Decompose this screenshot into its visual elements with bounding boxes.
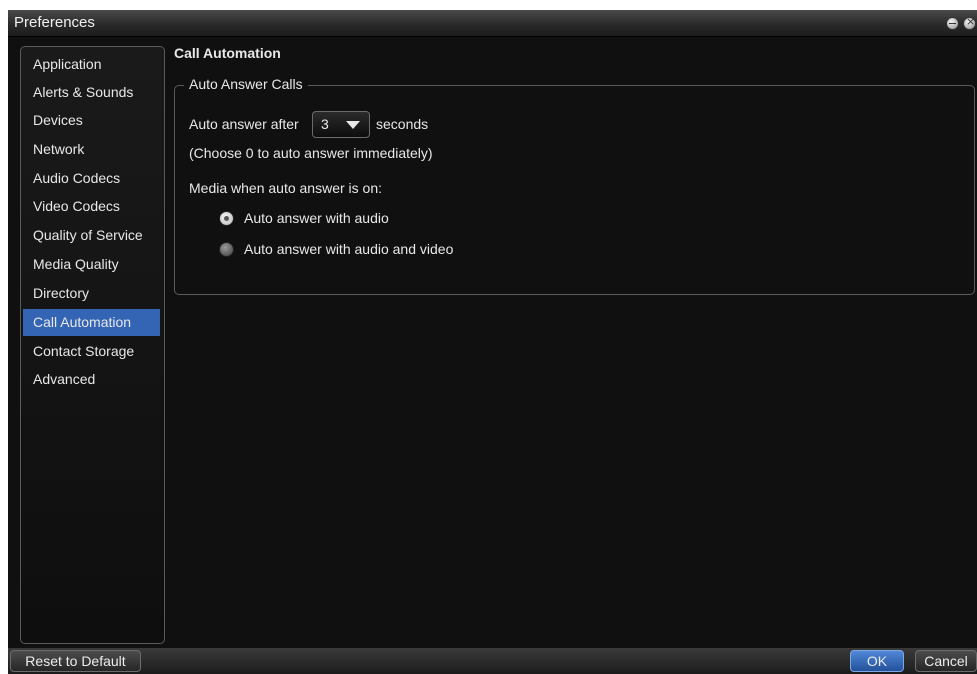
auto-answer-hint: (Choose 0 to auto answer immediately) <box>189 145 433 161</box>
sidebar-item-devices[interactable]: Devices <box>23 107 160 134</box>
title-bar: Preferences <box>8 10 977 37</box>
sidebar-item-directory[interactable]: Directory <box>23 280 160 307</box>
sidebar-item-call-automation[interactable]: Call Automation <box>23 309 160 336</box>
sidebar-item-advanced[interactable]: Advanced <box>23 366 160 393</box>
media-label: Media when auto answer is on: <box>189 180 382 196</box>
sidebar-item-media-quality[interactable]: Media Quality <box>23 251 160 278</box>
window-title: Preferences <box>14 14 95 31</box>
chevron-down-icon <box>346 121 360 129</box>
sidebar-item-network[interactable]: Network <box>23 136 160 163</box>
sidebar-item-alerts-sounds[interactable]: Alerts & Sounds <box>23 79 160 106</box>
reset-to-default-button[interactable]: Reset to Default <box>10 650 141 672</box>
radio-auto-answer-audio-video-label[interactable]: Auto answer with audio and video <box>244 241 453 257</box>
radio-auto-answer-audio-video[interactable] <box>219 242 234 257</box>
minimize-icon[interactable] <box>946 17 959 30</box>
auto-answer-seconds-dropdown[interactable]: 3 <box>312 111 370 138</box>
sidebar-item-video-codecs[interactable]: Video Codecs <box>23 193 160 220</box>
ok-button[interactable]: OK <box>850 650 904 672</box>
sidebar-item-quality-of-service[interactable]: Quality of Service <box>23 222 160 249</box>
cancel-button[interactable]: Cancel <box>915 650 977 672</box>
preferences-sidebar: Application Alerts & Sounds Devices Netw… <box>20 46 165 644</box>
sidebar-item-application[interactable]: Application <box>23 51 160 78</box>
radio-auto-answer-audio[interactable] <box>219 211 234 226</box>
radio-auto-answer-audio-label[interactable]: Auto answer with audio <box>244 210 389 226</box>
sidebar-item-contact-storage[interactable]: Contact Storage <box>23 338 160 365</box>
page-title: Call Automation <box>174 45 281 61</box>
button-bar: Reset to Default OK Cancel <box>8 648 977 674</box>
dropdown-value: 3 <box>321 116 329 132</box>
close-icon[interactable] <box>963 15 976 30</box>
sidebar-item-audio-codecs[interactable]: Audio Codecs <box>23 165 160 192</box>
preferences-window: Preferences Application Alerts & Sounds … <box>8 10 977 674</box>
groupbox-legend: Auto Answer Calls <box>184 76 308 92</box>
auto-answer-prefix-label: Auto answer after <box>189 116 299 132</box>
auto-answer-suffix-label: seconds <box>376 116 429 132</box>
